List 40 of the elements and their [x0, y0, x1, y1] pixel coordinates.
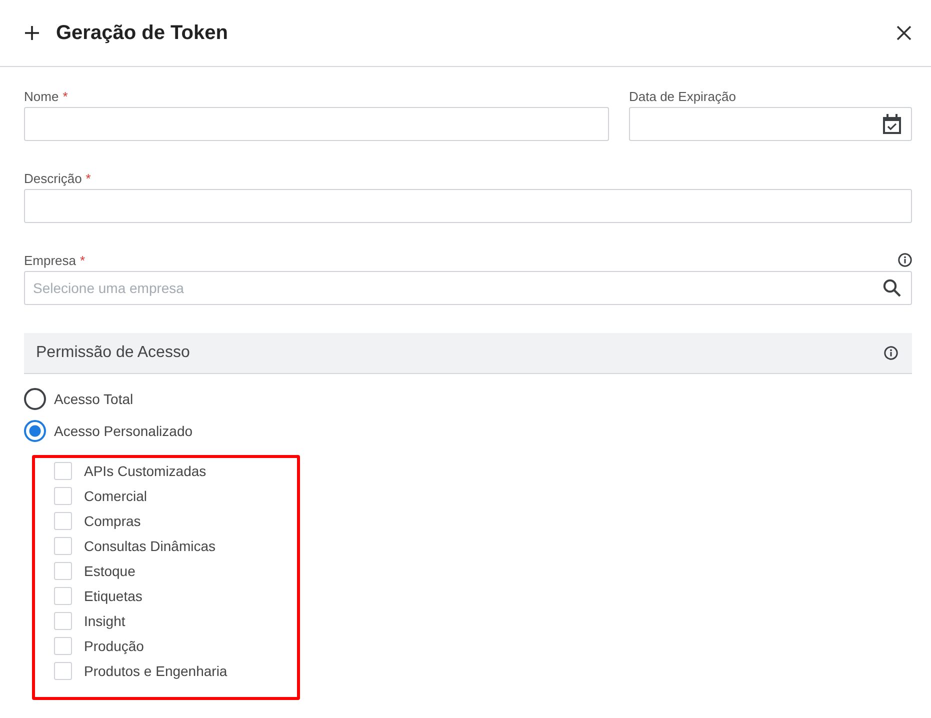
checkbox-label: Estoque [84, 562, 136, 578]
radio-button[interactable] [24, 388, 46, 410]
checkbox[interactable] [54, 536, 72, 554]
text-field[interactable] [24, 107, 609, 141]
checkbox-label: Etiquetas [84, 588, 142, 604]
checkbox[interactable] [54, 562, 72, 580]
checkbox[interactable] [54, 612, 72, 630]
dialog-title: Geração de Token [56, 22, 228, 44]
checkbox-label: Produção [84, 638, 144, 654]
field-label: Nome [24, 88, 59, 104]
required-mark: * [80, 252, 86, 268]
required-mark: * [86, 170, 91, 186]
checkbox[interactable] [54, 586, 72, 604]
checkbox[interactable] [54, 462, 72, 480]
checkbox[interactable] [54, 512, 72, 530]
info-icon[interactable] [884, 346, 898, 360]
radio-button[interactable] [24, 420, 46, 442]
field-label: Data de Expiração [629, 88, 736, 104]
section-title: Permissão de Acesso [36, 344, 190, 362]
text-field[interactable] [24, 189, 912, 223]
checkbox[interactable] [54, 662, 72, 680]
checkbox[interactable] [54, 486, 72, 504]
checkbox-label: Produtos e Engenharia [84, 662, 228, 678]
date-field[interactable] [629, 107, 912, 141]
search-field[interactable]: Selecione uma empresa [24, 271, 912, 305]
checkbox-label: Compras [84, 512, 141, 528]
field-label: Empresa [24, 252, 76, 268]
checkbox[interactable] [54, 636, 72, 654]
search-icon[interactable] [883, 279, 901, 297]
close-button[interactable] [896, 25, 912, 41]
info-icon[interactable] [898, 253, 912, 267]
radio-label: Acesso Total [54, 391, 134, 407]
radio-label: Acesso Personalizado [54, 423, 193, 439]
plus-icon [24, 25, 40, 41]
field-label: Descrição [24, 170, 82, 186]
checkbox-label: Insight [84, 612, 126, 628]
checkbox-label: APIs Customizadas [84, 462, 206, 478]
checkbox-label: Consultas Dinâmicas [84, 538, 216, 554]
required-mark: * [62, 88, 68, 104]
checkbox-label: Comercial [84, 488, 148, 504]
